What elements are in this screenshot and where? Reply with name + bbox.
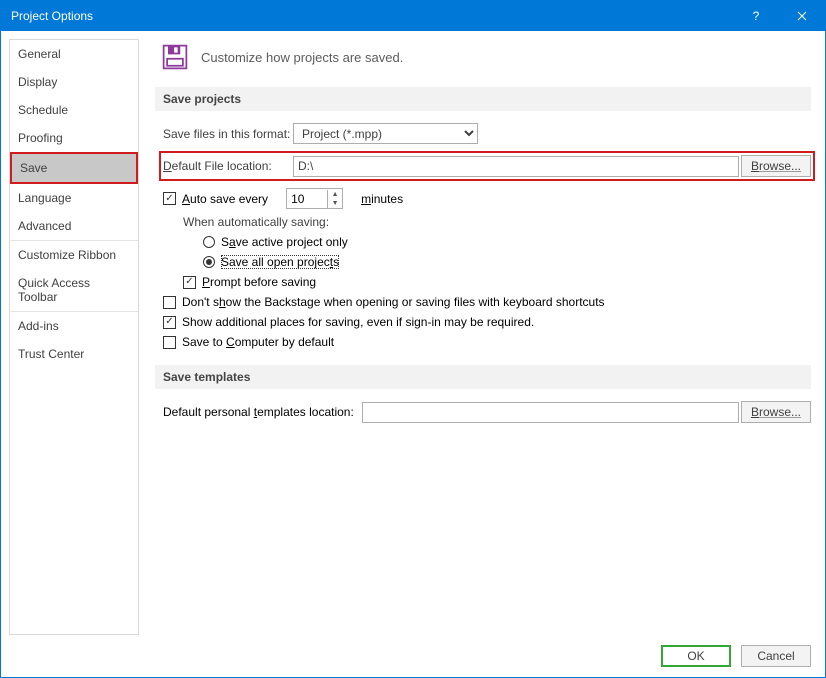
sidebar-item-advanced[interactable]: Advanced	[10, 212, 138, 240]
auto-save-value[interactable]	[287, 189, 327, 208]
save-projects-form: Save files in this format: Project (*.mp…	[155, 123, 811, 349]
ok-button[interactable]: OK	[661, 645, 731, 667]
row-templates-location: Default personal templates location: Bro…	[163, 401, 811, 423]
row-save-computer: Save to Computer by default	[163, 335, 811, 349]
sidebar-item-quick-access-toolbar[interactable]: Quick Access Toolbar	[10, 269, 138, 311]
when-saving-label: When automatically saving:	[163, 215, 811, 229]
auto-save-unit: minutes	[361, 192, 403, 206]
close-icon	[797, 11, 807, 21]
sidebar: General Display Schedule Proofing Save L…	[9, 39, 139, 635]
sidebar-item-save[interactable]: Save	[10, 152, 138, 184]
templates-input[interactable]	[362, 402, 739, 423]
backstage-checkbox[interactable]	[163, 296, 176, 309]
project-options-dialog: Project Options ? General Display Schedu…	[0, 0, 826, 678]
sidebar-item-customize-ribbon[interactable]: Customize Ribbon	[10, 241, 138, 269]
row-radio-active: Save active project only	[163, 235, 811, 249]
row-default-location: Default File location: Browse...	[159, 151, 815, 181]
prompt-label: Prompt before saving	[202, 275, 316, 289]
cancel-button[interactable]: Cancel	[741, 645, 811, 667]
additional-checkbox[interactable]	[163, 316, 176, 329]
sidebar-item-display[interactable]: Display	[10, 68, 138, 96]
spinner-up-icon[interactable]: ▲	[328, 190, 342, 199]
save-computer-checkbox[interactable]	[163, 336, 176, 349]
additional-label: Show additional places for saving, even …	[182, 315, 534, 329]
save-computer-label: Save to Computer by default	[182, 335, 334, 349]
sidebar-item-language[interactable]: Language	[10, 184, 138, 212]
sidebar-item-trust-center[interactable]: Trust Center	[10, 340, 138, 368]
section-save-templates: Save templates	[155, 365, 811, 389]
panel-description: Customize how projects are saved.	[201, 50, 403, 65]
format-select[interactable]: Project (*.mpp)	[293, 123, 478, 144]
section-save-projects: Save projects	[155, 87, 811, 111]
format-label: Save files in this format:	[163, 127, 293, 141]
help-button[interactable]: ?	[733, 1, 779, 31]
dialog-footer: OK Cancel	[1, 635, 825, 677]
auto-save-label: Auto save every	[182, 192, 268, 206]
main-panel: Customize how projects are saved. Save p…	[149, 39, 817, 635]
row-radio-all: Save all open projects	[163, 255, 811, 269]
titlebar: Project Options ?	[1, 1, 825, 31]
prompt-checkbox[interactable]	[183, 276, 196, 289]
save-icon	[161, 43, 189, 71]
all-projects-radio[interactable]	[203, 256, 215, 268]
active-project-label: Save active project only	[221, 235, 348, 249]
browse-location-button[interactable]: Browse...	[741, 155, 811, 177]
row-prompt: Prompt before saving	[163, 275, 811, 289]
auto-save-checkbox[interactable]	[163, 192, 176, 205]
row-auto-save: Auto save every ▲▼ minutes	[163, 188, 811, 209]
backstage-label: Don't show the Backstage when opening or…	[182, 295, 605, 309]
auto-save-spinner[interactable]: ▲▼	[286, 188, 343, 209]
window-title: Project Options	[1, 9, 733, 23]
all-projects-label: Save all open projects	[221, 255, 339, 269]
sidebar-item-general[interactable]: General	[10, 40, 138, 68]
row-backstage: Don't show the Backstage when opening or…	[163, 295, 811, 309]
active-project-radio[interactable]	[203, 236, 215, 248]
sidebar-item-schedule[interactable]: Schedule	[10, 96, 138, 124]
content-area: General Display Schedule Proofing Save L…	[1, 31, 825, 635]
close-button[interactable]	[779, 1, 825, 31]
browse-templates-button[interactable]: Browse...	[741, 401, 811, 423]
panel-header: Customize how projects are saved.	[155, 43, 811, 71]
templates-label: Default personal templates location:	[163, 405, 354, 419]
save-templates-form: Default personal templates location: Bro…	[155, 401, 811, 423]
location-label: Default File location:	[163, 159, 293, 173]
location-input[interactable]	[293, 156, 739, 177]
row-additional-places: Show additional places for saving, even …	[163, 315, 811, 329]
spinner-down-icon[interactable]: ▼	[328, 199, 342, 208]
row-format: Save files in this format: Project (*.mp…	[163, 123, 811, 144]
sidebar-item-add-ins[interactable]: Add-ins	[10, 312, 138, 340]
sidebar-item-proofing[interactable]: Proofing	[10, 124, 138, 152]
